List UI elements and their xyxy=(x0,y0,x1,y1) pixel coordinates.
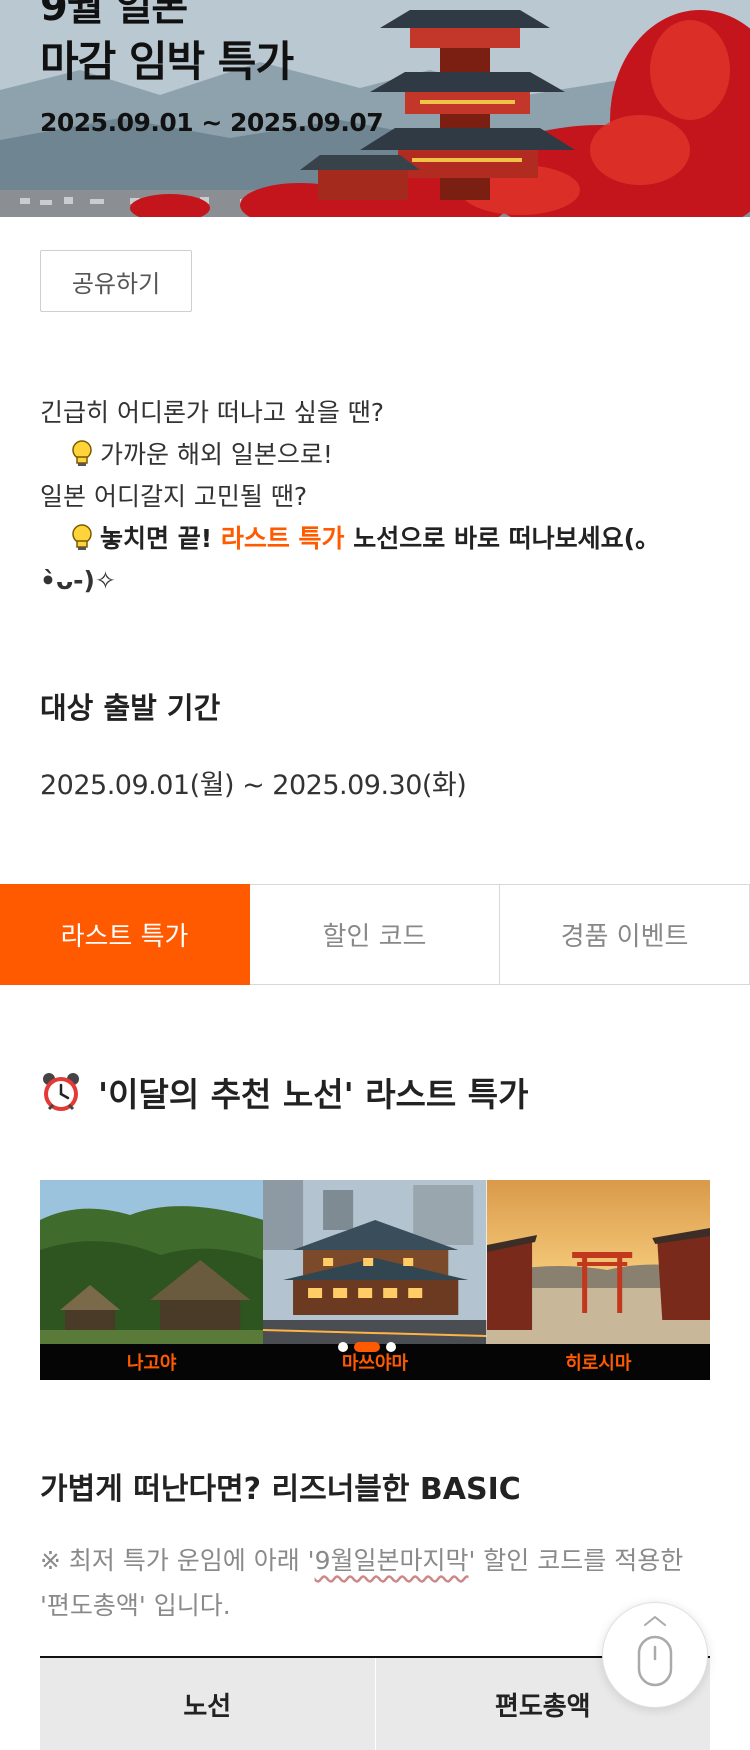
intro-line-2: 가까운 해외 일본으로! xyxy=(40,434,720,476)
route-name: 히로시마 xyxy=(486,1344,710,1380)
route-card-hiroshima[interactable]: 히로시마 xyxy=(486,1180,710,1380)
intro-line-4-a: 놓치면 끝! xyxy=(100,524,221,553)
mouse-scroll-icon xyxy=(637,1616,673,1687)
carousel-dot[interactable] xyxy=(338,1342,348,1352)
hero-period: 2025.09.01 ~ 2025.09.07 xyxy=(40,108,384,137)
tab-bar: 라스트 특가 할인 코드 경품 이벤트 xyxy=(0,884,750,985)
carousel-dot-active[interactable] xyxy=(354,1342,380,1352)
route-name: 나고야 xyxy=(40,1344,264,1380)
basic-heading: 가볍게 떠난다면? 리즈너블한 BASIC xyxy=(40,1472,521,1507)
alarm-clock-icon xyxy=(43,1073,79,1111)
carousel-dot[interactable] xyxy=(386,1342,396,1352)
hiroshima-torii-image xyxy=(486,1180,710,1344)
intro-line-2-text: 가까운 해외 일본으로! xyxy=(100,440,333,469)
departure-period-value: 2025.09.01(월) ~ 2025.09.30(화) xyxy=(40,770,467,801)
lightbulb-icon xyxy=(72,524,92,550)
tab-discount-code[interactable]: 할인 코드 xyxy=(250,884,500,985)
intro-line-4-b: 노선으로 바로 떠나보세요(。 xyxy=(344,524,661,553)
intro-line-5: •̀ᴗ-)✧ xyxy=(40,566,116,595)
table-header-route: 노선 xyxy=(183,1691,232,1722)
scroll-to-top-button[interactable] xyxy=(602,1602,708,1708)
intro-line-3: 일본 어디갈지 고민될 땐? xyxy=(40,482,308,511)
last-deal-highlight: 라스트 특가 xyxy=(220,524,345,553)
fare-note-a: ※ 최저 특가 운임에 아래 ' xyxy=(40,1546,315,1575)
hero-banner: 9월 일본 마감 임박 특가 2025.09.01 ~ 2025.09.07 xyxy=(0,0,750,217)
tab-prize-event[interactable]: 경품 이벤트 xyxy=(500,884,750,985)
hero-title: 마감 임박 특가 xyxy=(40,37,294,86)
carousel-indicator xyxy=(338,1342,396,1352)
matsuyama-onsen-image xyxy=(263,1180,487,1344)
route-card-nagoya[interactable]: 나고야 xyxy=(40,1180,264,1380)
lightbulb-icon xyxy=(72,440,92,466)
fare-note: ※ 최저 특가 운임에 아래 '9월일본마지막' 할인 코드를 적용한 '편도총… xyxy=(40,1538,720,1628)
section-title-text: '이달의 추천 노선' 라스트 특가 xyxy=(98,1075,529,1114)
intro-line-1: 긴급히 어디론가 떠나고 싶을 땐? xyxy=(40,398,385,427)
section-title: '이달의 추천 노선' 라스트 특가 xyxy=(40,1068,528,1116)
departure-period-heading: 대상 출발 기간 xyxy=(40,691,221,725)
tab-last-deal[interactable]: 라스트 특가 xyxy=(0,884,250,985)
nagoya-village-image xyxy=(40,1180,264,1344)
intro-line-4: 놓치면 끝! 라스트 특가 노선으로 바로 떠나보세요(。 xyxy=(40,518,720,560)
share-button[interactable]: 공유하기 xyxy=(40,250,192,312)
intro-text: 긴급히 어디론가 떠나고 싶을 땐? 가까운 해외 일본으로! 일본 어디갈지 … xyxy=(40,392,720,602)
discount-code-text: 9월일본마지막 xyxy=(314,1546,469,1575)
